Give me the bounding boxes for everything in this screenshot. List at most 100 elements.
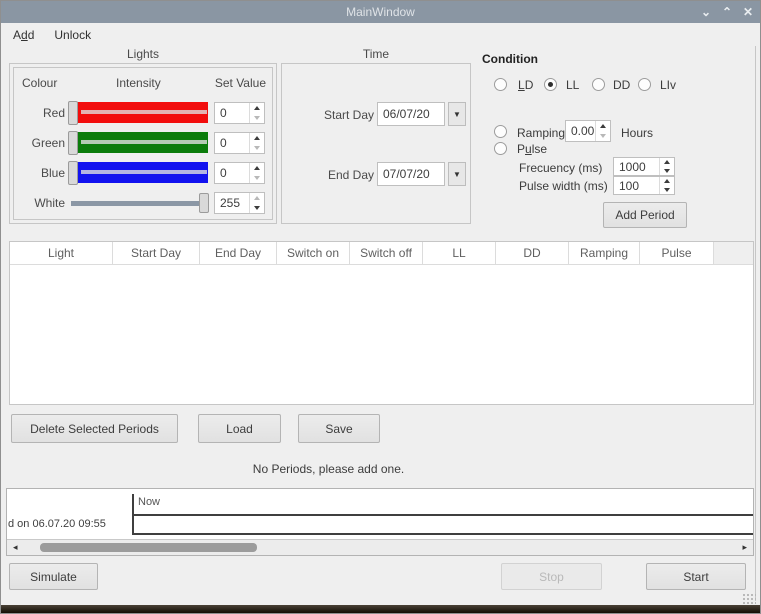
white-label: White bbox=[14, 196, 65, 210]
save-button[interactable]: Save bbox=[298, 414, 380, 443]
radio-pulse[interactable] bbox=[494, 142, 507, 155]
scroll-right-icon[interactable]: ▸ bbox=[742, 542, 747, 553]
col-dd[interactable]: DD bbox=[496, 242, 569, 264]
radio-dd-label: DD bbox=[613, 78, 630, 92]
set-value-column-header: Set Value bbox=[215, 76, 266, 90]
radio-ll[interactable] bbox=[544, 78, 557, 91]
spin-down-icon[interactable] bbox=[250, 173, 264, 183]
radio-ramping[interactable] bbox=[494, 125, 507, 138]
col-pulse[interactable]: Pulse bbox=[640, 242, 714, 264]
radio-ld[interactable] bbox=[494, 78, 507, 91]
scrollbar-thumb[interactable] bbox=[40, 543, 257, 552]
frequency-value: 1000 bbox=[614, 158, 659, 175]
start-day-label: Start Day bbox=[282, 108, 374, 122]
spin-down-icon[interactable] bbox=[250, 113, 264, 123]
timeline-hscrollbar[interactable]: ◂ ▸ bbox=[7, 539, 753, 555]
red-slider-handle[interactable] bbox=[68, 101, 78, 125]
radio-ld-label: LD bbox=[518, 78, 533, 92]
spin-up-icon[interactable] bbox=[660, 158, 674, 167]
timeline-band bbox=[134, 514, 753, 535]
spin-down-icon[interactable] bbox=[596, 131, 610, 141]
blue-spin-arrows bbox=[249, 163, 264, 183]
spin-up-icon[interactable] bbox=[250, 163, 264, 173]
spin-up-icon[interactable] bbox=[250, 193, 264, 203]
ld-mnemonic: L bbox=[518, 78, 525, 92]
pulse-width-value: 100 bbox=[614, 177, 659, 194]
ramping-spin-arrows bbox=[595, 121, 610, 141]
col-ramping[interactable]: Ramping bbox=[569, 242, 640, 264]
white-value-spinbox[interactable]: 255 bbox=[214, 192, 265, 214]
col-ll[interactable]: LL bbox=[423, 242, 496, 264]
start-day-field[interactable]: 06/07/20 bbox=[377, 102, 445, 126]
spin-down-icon[interactable] bbox=[660, 167, 674, 176]
simulate-button[interactable]: Simulate bbox=[9, 563, 98, 590]
blue-spin-value: 0 bbox=[215, 163, 249, 183]
green-label: Green bbox=[14, 136, 65, 150]
col-end-day[interactable]: End Day bbox=[200, 242, 277, 264]
spin-up-icon[interactable] bbox=[250, 103, 264, 113]
lights-group-title: Lights bbox=[9, 47, 277, 61]
red-label: Red bbox=[14, 106, 65, 120]
green-slider-handle[interactable] bbox=[68, 131, 78, 155]
green-value-spinbox[interactable]: 0 bbox=[214, 132, 265, 154]
light-row-red: Red 0 bbox=[14, 101, 272, 125]
table-header-spacer bbox=[714, 242, 753, 264]
green-intensity-slider[interactable] bbox=[68, 131, 209, 155]
minimize-icon[interactable]: ⌄ bbox=[700, 5, 712, 19]
spin-up-icon[interactable] bbox=[250, 133, 264, 143]
periods-table-header: Light Start Day End Day Switch on Switch… bbox=[10, 242, 753, 265]
add-period-button[interactable]: Add Period bbox=[603, 202, 687, 228]
timeline-start-text: d on 06.07.20 09:55 bbox=[8, 518, 106, 530]
ramping-unit-label: Hours bbox=[621, 126, 653, 140]
light-row-green: Green 0 bbox=[14, 131, 272, 155]
menu-add-mnemonic: d bbox=[21, 28, 28, 42]
white-intensity-slider[interactable] bbox=[68, 191, 209, 215]
titlebar[interactable]: MainWindow bbox=[1, 1, 760, 23]
scroll-left-icon[interactable]: ◂ bbox=[13, 542, 18, 553]
right-edge-separator bbox=[755, 46, 756, 601]
red-value-spinbox[interactable]: 0 bbox=[214, 102, 265, 124]
radio-dd[interactable] bbox=[592, 78, 605, 91]
spin-up-icon[interactable] bbox=[596, 121, 610, 131]
stop-button[interactable]: Stop bbox=[501, 563, 602, 590]
spin-down-icon[interactable] bbox=[250, 203, 264, 213]
blue-slider-handle[interactable] bbox=[68, 161, 78, 185]
periods-table-body[interactable] bbox=[10, 265, 753, 405]
blue-intensity-slider[interactable] bbox=[68, 161, 209, 185]
resize-grip[interactable] bbox=[742, 593, 756, 604]
start-day-dropdown-icon[interactable]: ▼ bbox=[448, 102, 466, 126]
end-day-label: End Day bbox=[282, 168, 374, 182]
blue-value-spinbox[interactable]: 0 bbox=[214, 162, 265, 184]
menu-add[interactable]: Add bbox=[11, 26, 36, 44]
pulse-width-spinbox[interactable]: 100 bbox=[613, 176, 675, 195]
slider-track-line bbox=[81, 110, 207, 114]
radio-liv[interactable] bbox=[638, 78, 651, 91]
red-slider-groove bbox=[70, 102, 208, 123]
intensity-column-header: Intensity bbox=[116, 76, 161, 90]
condition-title: Condition bbox=[482, 52, 538, 66]
col-switch-on[interactable]: Switch on bbox=[277, 242, 350, 264]
maximize-icon[interactable]: ⌃ bbox=[721, 5, 733, 19]
menubar: Add Unlock bbox=[1, 23, 760, 46]
spin-down-icon[interactable] bbox=[250, 143, 264, 153]
col-switch-off[interactable]: Switch off bbox=[350, 242, 423, 264]
menu-unlock[interactable]: Unlock bbox=[52, 26, 93, 44]
red-intensity-slider[interactable] bbox=[68, 101, 209, 125]
white-slider-handle[interactable] bbox=[199, 193, 209, 213]
ramping-hours-spinbox[interactable]: 0.00 bbox=[565, 120, 611, 142]
frequency-spinbox[interactable]: 1000 bbox=[613, 157, 675, 176]
now-label: Now bbox=[138, 496, 160, 508]
spin-up-icon[interactable] bbox=[660, 177, 674, 186]
end-day-dropdown-icon[interactable]: ▼ bbox=[448, 162, 466, 186]
start-button[interactable]: Start bbox=[646, 563, 746, 590]
delete-selected-periods-button[interactable]: Delete Selected Periods bbox=[11, 414, 178, 443]
close-icon[interactable]: ✕ bbox=[742, 5, 754, 19]
frequency-label: Frecuency (ms) bbox=[519, 161, 602, 175]
end-day-field[interactable]: 07/07/20 bbox=[377, 162, 445, 186]
col-start-day[interactable]: Start Day bbox=[113, 242, 200, 264]
spin-down-icon[interactable] bbox=[660, 186, 674, 195]
col-light[interactable]: Light bbox=[10, 242, 113, 264]
load-button[interactable]: Load bbox=[198, 414, 281, 443]
blue-slider-groove bbox=[70, 162, 208, 183]
white-spin-arrows bbox=[249, 193, 264, 213]
